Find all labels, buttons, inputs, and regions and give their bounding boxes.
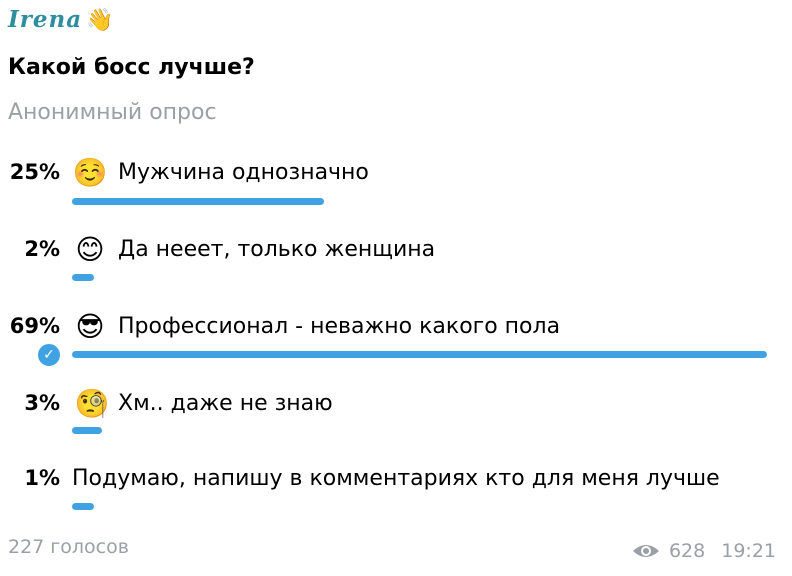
option-text: Мужчина однозначно — [118, 160, 369, 185]
option-result-bar — [72, 427, 102, 434]
option-result-bar — [72, 274, 94, 281]
option-text: Подумаю, напишу в комментариях кто для м… — [72, 466, 720, 491]
waving-hand-icon: 👋 — [86, 7, 115, 33]
option-percent: 3% — [24, 391, 60, 415]
poll-option-male[interactable]: 25% ☺️ Мужчина однозначно — [0, 159, 792, 230]
option-percent: 2% — [24, 237, 60, 261]
poll-option-comments[interactable]: 1% Подумаю, напишу в комментариях кто дл… — [0, 466, 792, 536]
smiling-face-icon: ☺️ — [72, 156, 108, 189]
message-time: 19:21 — [721, 540, 776, 562]
option-percent: 25% — [9, 160, 60, 184]
vote-count: 227 голосов — [8, 536, 129, 558]
option-result-bar — [72, 351, 767, 358]
poll-question: Какой босс лучше? — [8, 55, 255, 80]
option-text: Хм.. даже не знаю — [118, 391, 333, 416]
option-result-bar — [72, 198, 324, 205]
author-name[interactable]: Irena 👋 — [8, 6, 115, 33]
sunglasses-face-icon: 😎 — [75, 310, 105, 343]
selected-check-icon: ✓ — [36, 342, 62, 368]
poll-option-professional[interactable]: 69% 😎 Профессионал - неважно какого пола… — [0, 313, 792, 384]
poll-type-label: Анонимный опрос — [8, 100, 217, 125]
poll-option-female[interactable]: 2% 😊 Да нееет, только женщина — [0, 236, 792, 307]
smiling-eyes-icon: 😊 — [75, 233, 105, 266]
view-count: 628 — [668, 540, 706, 562]
option-result-bar — [72, 503, 94, 510]
poll-option-unsure[interactable]: 3% 🧐 Хм.. даже не знаю — [0, 390, 792, 461]
option-text: Да нееет, только женщина — [118, 237, 436, 262]
message-meta: 628 19:21 — [631, 540, 776, 562]
option-text: Профессионал - неважно какого пола — [118, 314, 561, 339]
monocle-face-icon: 🧐 — [74, 387, 110, 420]
author-name-text: Irena — [8, 6, 83, 33]
option-percent: 1% — [24, 466, 60, 490]
option-percent: 69% — [9, 314, 60, 338]
eye-icon — [632, 545, 659, 557]
